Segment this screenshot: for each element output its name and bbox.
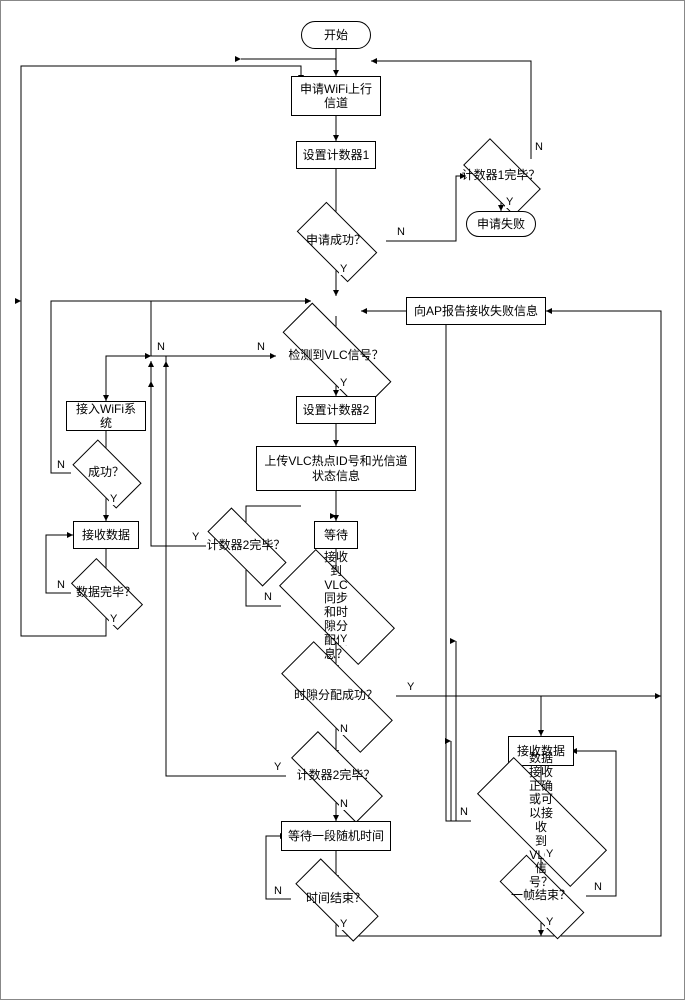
edge-y: Y — [339, 633, 348, 645]
time-end-label: 时间结束？ — [306, 892, 366, 906]
edge-y: Y — [406, 681, 415, 693]
edge-y: Y — [339, 263, 348, 275]
detect-vlc-decision: 检测到VLC信号？ — [336, 356, 337, 357]
request-success-label: 申请成功？ — [306, 234, 366, 248]
edge-n: N — [256, 341, 266, 353]
edge-y: Y — [339, 918, 348, 930]
detect-vlc-label: 检测到VLC信号？ — [288, 349, 383, 363]
upload-vlc-label: 上传VLC热点ID号和光信道状态信息 — [261, 454, 411, 483]
slot-alloc-success-decision: 时隙分配成功？ — [336, 696, 337, 697]
access-wifi-system: 接入WiFi系统 — [66, 401, 146, 431]
wait-random-time: 等待一段随机时间 — [281, 821, 391, 851]
request-wifi-uplink: 申请WiFi上行 信道 — [291, 76, 381, 116]
counter2-q1-label: 计数器2完毕？ — [207, 539, 286, 553]
wait: 等待 — [314, 521, 358, 549]
recv-data-left-label: 接收数据 — [82, 528, 130, 542]
edge-y: Y — [109, 613, 118, 625]
start-label: 开始 — [324, 28, 348, 42]
edge-n: N — [339, 723, 349, 735]
start-terminal: 开始 — [301, 21, 371, 49]
counter2-done-2-decision: 计数器2完毕？ — [336, 776, 337, 777]
edge-n: N — [263, 591, 273, 603]
counter2-q2-label: 计数器2完毕？ — [297, 769, 376, 783]
edge-y: Y — [191, 531, 200, 543]
edge-y: Y — [109, 493, 118, 505]
edge-n: N — [273, 885, 283, 897]
edge-n: N — [339, 798, 349, 810]
wait-label: 等待 — [324, 528, 348, 542]
receive-data-left: 接收数据 — [73, 521, 139, 549]
edge-n: N — [534, 141, 544, 153]
time-end-decision: 时间结束？ — [336, 899, 337, 900]
edge-y: Y — [339, 377, 348, 389]
edge-y: Y — [545, 848, 554, 860]
report-fail-label: 向AP报告接收失败信息 — [414, 304, 538, 318]
request-fail-label: 申请失败 — [477, 217, 525, 231]
set-counter-2: 设置计数器2 — [296, 396, 376, 424]
frame-end-label: 一帧结束？ — [511, 889, 571, 903]
edge-n: N — [156, 341, 166, 353]
edge-n: N — [396, 226, 406, 238]
data-ok-vlc-decision: 数据接收正确或可以接收 到VLC信号？ — [541, 821, 542, 822]
counter1-done-label: 计数器1完毕？ — [462, 169, 541, 183]
frame-end-decision: 一帧结束？ — [541, 896, 542, 897]
request-fail-terminal: 申请失败 — [466, 211, 536, 237]
edge-n: N — [459, 806, 469, 818]
report-fail-to-ap: 向AP报告接收失败信息 — [406, 297, 546, 325]
request-wifi-label: 申请WiFi上行 信道 — [300, 82, 372, 111]
counter2-done-1-decision: 计数器2完毕？ — [246, 546, 247, 547]
request-success-decision: 申请成功？ — [336, 241, 337, 242]
set-counter-1: 设置计数器1 — [296, 141, 376, 169]
flowchart-canvas: 开始 申请WiFi上行 信道 设置计数器1 申请成功？ 计数器1完毕？ 申请失败… — [0, 0, 685, 1000]
set-counter1-label: 设置计数器1 — [303, 148, 370, 162]
upload-vlc-info: 上传VLC热点ID号和光信道状态信息 — [256, 446, 416, 491]
recv-vlc-sync-decision: 接收到VLC同步和时隙分 配信息？ — [336, 606, 337, 607]
edge-n: N — [593, 881, 603, 893]
data-ok-vlc-label: 数据接收正确或可以接收 到VLC信号？ — [529, 752, 553, 890]
edge-y: Y — [273, 761, 282, 773]
data-done-left-label: 数据完毕？ — [76, 586, 136, 600]
access-wifi-label: 接入WiFi系统 — [71, 402, 141, 431]
edge-n: N — [56, 459, 66, 471]
edge-n: N — [56, 579, 66, 591]
counter1-done-decision: 计数器1完毕？ — [501, 176, 502, 177]
data-done-left-decision: 数据完毕？ — [106, 593, 107, 594]
wait-random-label: 等待一段随机时间 — [288, 829, 384, 843]
wifi-success-label: 成功？ — [88, 466, 124, 480]
edge-y: Y — [505, 196, 514, 208]
slot-success-label: 时隙分配成功？ — [294, 689, 378, 703]
wifi-success-decision: 成功？ — [106, 473, 107, 474]
set-counter2-label: 设置计数器2 — [303, 403, 370, 417]
edge-y: Y — [545, 916, 554, 928]
